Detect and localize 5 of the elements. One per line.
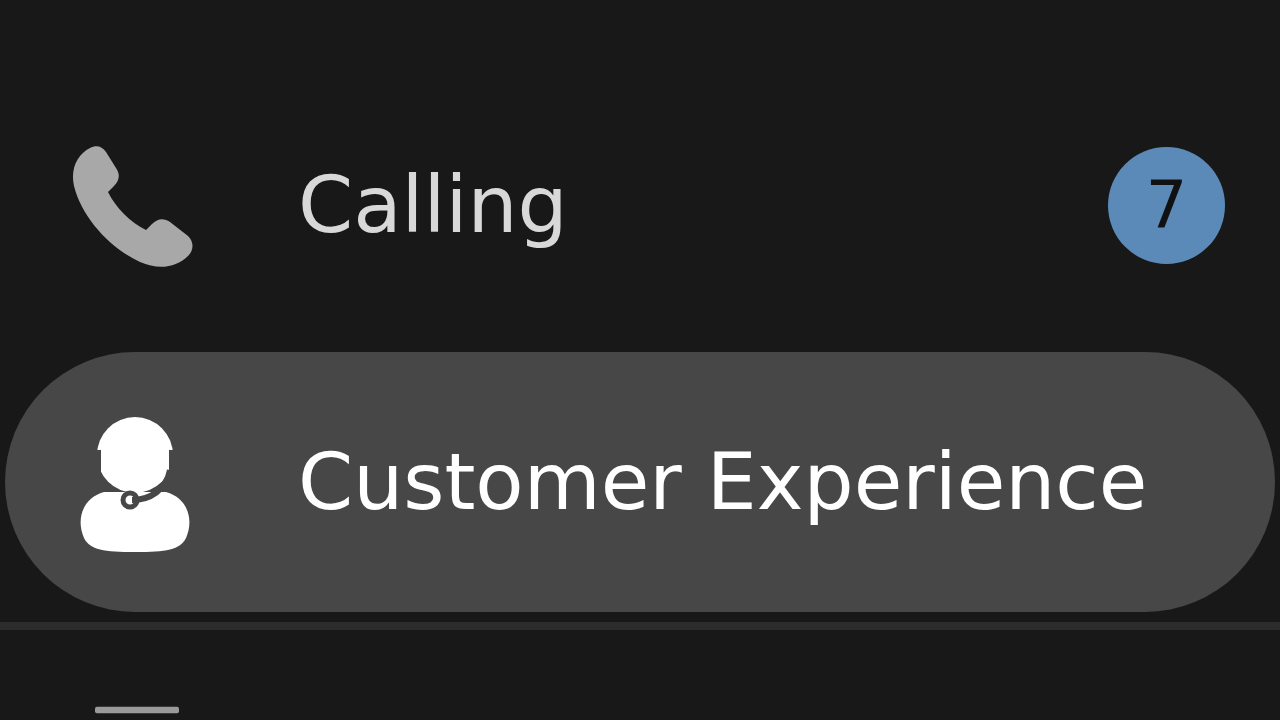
item-label: Customer Experience [298,436,1149,528]
sidebar-item[interactable]: Customer Experience [5,352,1275,612]
item-label: Calling [298,159,569,251]
sidebar-item[interactable]: Calling 7 [5,75,1275,335]
count-badge: 7 [1108,146,1225,264]
